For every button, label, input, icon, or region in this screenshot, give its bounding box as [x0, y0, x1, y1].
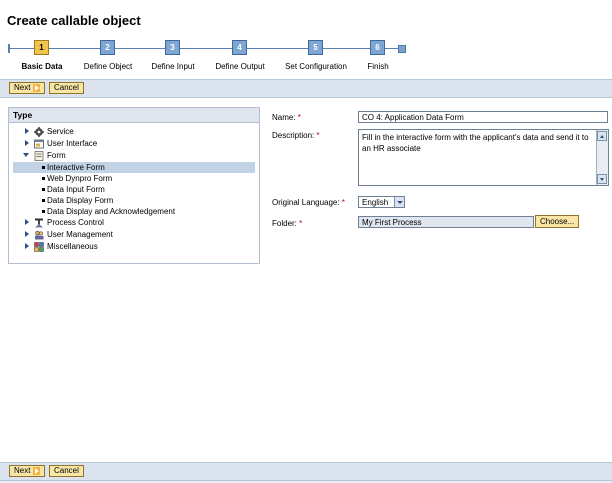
folder-label: Folder: *	[272, 219, 302, 228]
tree-item-data-input-form[interactable]: Data Input Form	[9, 184, 257, 195]
type-panel: Type Service User Interface Form Interac…	[8, 107, 260, 264]
tree-item-label: Process Control	[47, 218, 104, 227]
expand-icon[interactable]	[25, 231, 29, 237]
choose-button[interactable]: Choose...	[535, 215, 580, 228]
wizard-roadmap: 1 Basic Data 2 Define Object 3 Define In…	[0, 40, 612, 76]
tree-item-web-dynpro-form[interactable]: Web Dynpro Form	[9, 173, 257, 184]
collapse-icon[interactable]	[23, 153, 29, 157]
bullet-icon	[42, 199, 45, 202]
process-control-icon	[34, 218, 44, 228]
tree-item-label: Data Input Form	[47, 185, 105, 194]
bottom-toolbar: Next Cancel	[0, 462, 612, 481]
next-arrow-icon	[33, 466, 41, 475]
next-arrow-icon	[33, 83, 41, 92]
description-scrollbar[interactable]	[596, 130, 608, 185]
roadmap-line	[10, 48, 400, 49]
next-button-label: Next	[14, 83, 31, 92]
roadmap-step-6-label[interactable]: Finish	[338, 62, 418, 71]
description-label: Description: *	[272, 131, 320, 140]
name-label: Name: *	[272, 113, 301, 122]
tree-item-user-interface[interactable]: User Interface	[9, 138, 257, 149]
tree-item-user-management[interactable]: User Management	[9, 229, 257, 240]
next-button-bottom[interactable]: Next	[9, 465, 46, 477]
roadmap-step-1[interactable]: 1	[34, 40, 49, 55]
name-input[interactable]: CO 4: Application Data Form	[358, 111, 608, 123]
expand-icon[interactable]	[25, 219, 29, 225]
next-button[interactable]: Next	[9, 82, 46, 94]
required-marker: *	[316, 131, 320, 140]
expand-icon[interactable]	[25, 140, 29, 146]
roadmap-end-marker	[398, 45, 406, 53]
tree-item-label: Interactive Form	[47, 163, 105, 172]
roadmap-step-5[interactable]: 5	[308, 40, 323, 55]
tree-item-service[interactable]: Service	[9, 126, 257, 137]
form-icon	[34, 151, 44, 161]
next-button-label: Next	[14, 466, 31, 475]
scroll-down-icon[interactable]	[597, 174, 607, 184]
gear-icon	[34, 127, 44, 137]
expand-icon[interactable]	[25, 128, 29, 134]
cancel-button[interactable]: Cancel	[49, 82, 84, 94]
tree-item-data-display-acknowledgement[interactable]: Data Display and Acknowledgement	[9, 206, 257, 217]
expand-icon[interactable]	[25, 243, 29, 249]
tree-item-interactive-form[interactable]: Interactive Form	[13, 162, 255, 173]
bullet-icon	[42, 188, 45, 191]
description-textarea[interactable]: Fill in the interactive form with the ap…	[358, 129, 609, 186]
miscellaneous-icon	[34, 242, 44, 252]
tree-item-label: Miscellaneous	[47, 242, 98, 251]
tree-item-label: Service	[47, 127, 74, 136]
page-title: Create callable object	[7, 13, 141, 28]
bullet-icon	[42, 210, 45, 213]
window-icon	[34, 139, 44, 149]
language-value: English	[362, 198, 389, 207]
required-marker: *	[299, 219, 303, 228]
required-marker: *	[297, 113, 301, 122]
language-select[interactable]: English	[358, 196, 405, 208]
folder-field: My First Process	[358, 216, 534, 228]
roadmap-step-3[interactable]: 3	[165, 40, 180, 55]
tree-item-label: Form	[47, 151, 66, 160]
user-management-icon	[34, 230, 44, 240]
chevron-down-icon[interactable]	[394, 197, 404, 207]
name-label-text: Name:	[272, 113, 296, 122]
roadmap-step-2[interactable]: 2	[100, 40, 115, 55]
roadmap-step-6[interactable]: 6	[370, 40, 385, 55]
type-panel-header: Type	[9, 108, 259, 123]
tree-item-label: User Management	[47, 230, 113, 239]
tree-item-data-display-form[interactable]: Data Display Form	[9, 195, 257, 206]
tree-item-label: Web Dynpro Form	[47, 174, 113, 183]
roadmap-step-4[interactable]: 4	[232, 40, 247, 55]
tree-item-miscellaneous[interactable]: Miscellaneous	[9, 241, 257, 252]
tree-item-label: Data Display and Acknowledgement	[47, 207, 176, 216]
bullet-icon	[42, 177, 45, 180]
description-label-text: Description:	[272, 131, 315, 140]
scroll-up-icon[interactable]	[597, 131, 607, 141]
tree-item-process-control[interactable]: Process Control	[9, 217, 257, 228]
bullet-icon	[42, 166, 45, 169]
language-label-text: Original Language:	[272, 198, 340, 207]
tree-item-form[interactable]: Form	[9, 150, 257, 161]
tree-item-label: Data Display Form	[47, 196, 114, 205]
required-marker: *	[341, 198, 345, 207]
folder-label-text: Folder:	[272, 219, 297, 228]
language-label: Original Language: *	[272, 198, 345, 207]
tree-item-label: User Interface	[47, 139, 98, 148]
description-text: Fill in the interactive form with the ap…	[362, 133, 589, 153]
cancel-button-bottom[interactable]: Cancel	[49, 465, 84, 477]
roadmap-step-4-label[interactable]: Define Output	[200, 62, 280, 71]
top-toolbar: Next Cancel	[0, 79, 612, 98]
